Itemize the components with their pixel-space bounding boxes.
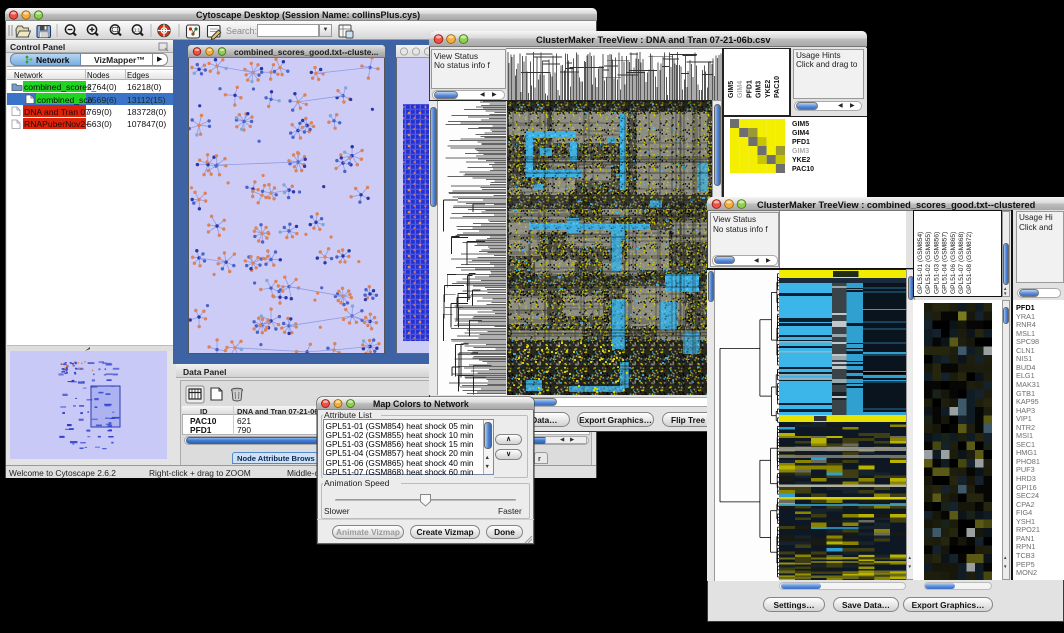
svg-text:GIM3: GIM3 [756,81,763,98]
svg-text:GPL51-02 (GSM855): GPL51-02 (GSM855) [925,232,932,294]
svg-text:YKE2: YKE2 [765,80,772,98]
svg-text:GIM5: GIM5 [728,81,735,98]
svg-text:PFD1: PFD1 [746,80,753,98]
svg-text:GIM4: GIM4 [737,81,744,98]
svg-text:PAC10: PAC10 [774,76,781,98]
svg-text:1:1: 1:1 [134,28,141,33]
svg-text:GPL51-04 (GSM857): GPL51-04 (GSM857) [942,232,949,294]
svg-text:GPL51-07 (GSM868): GPL51-07 (GSM868) [958,232,965,294]
svg-text:GPL51-06 (GSM865): GPL51-06 (GSM865) [950,232,957,294]
svg-text:GPL51-03 (GSM856): GPL51-03 (GSM856) [933,232,940,294]
svg-text:GPL51-08 (GSM872): GPL51-08 (GSM872) [966,232,973,294]
svg-text:GPL51-01 (GSM854): GPL51-01 (GSM854) [917,232,924,294]
